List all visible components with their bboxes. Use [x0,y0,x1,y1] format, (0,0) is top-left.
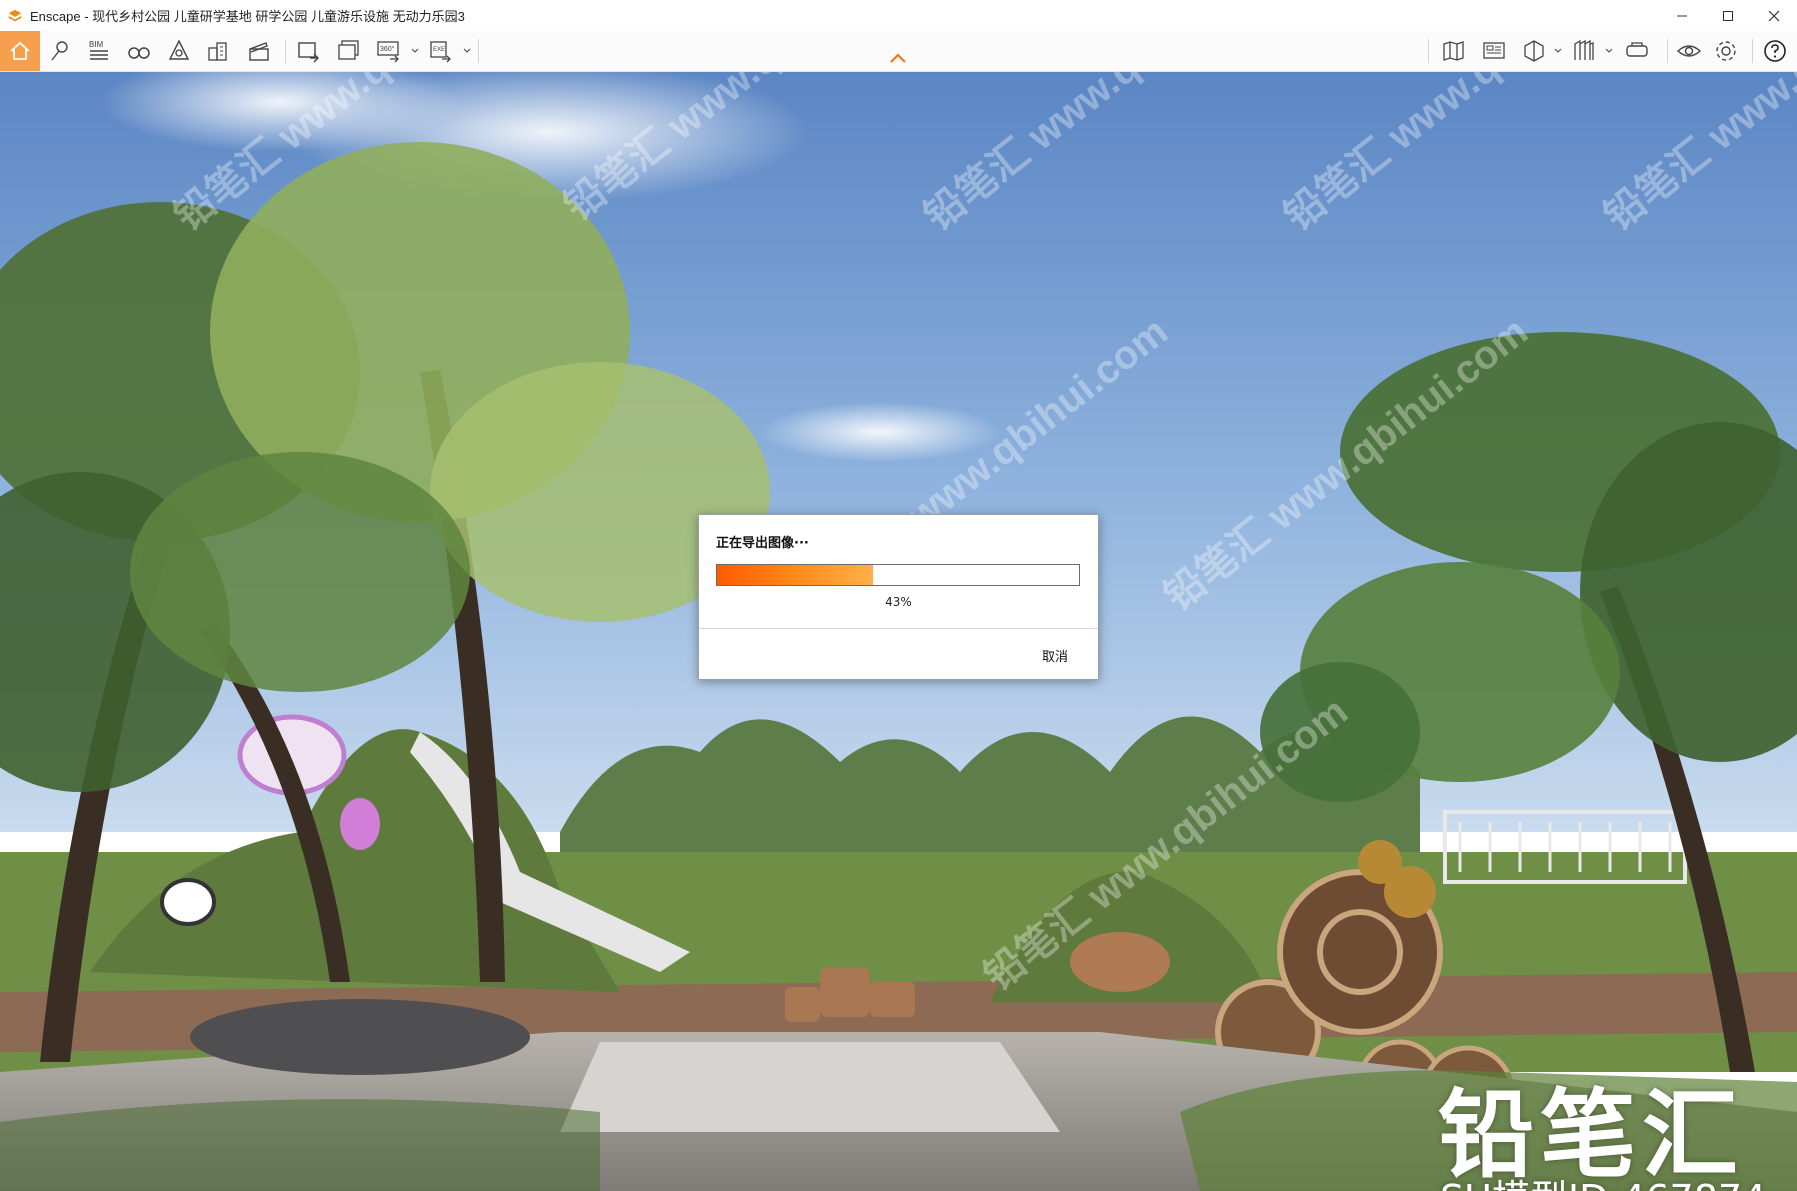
asset-library-icon [168,39,190,60]
toolbar-separator [1752,39,1753,63]
materials-dropdown[interactable] [1604,44,1614,58]
help-icon [1764,40,1786,62]
chevron-down-icon [463,48,471,53]
export-progress-dialog: 正在导出图像··· 43% 取消 [698,514,1099,680]
location-pin-icon [51,41,68,61]
batch-render-icon [338,40,359,60]
svg-text:BIM: BIM [89,40,104,49]
svg-text:EXE: EXE [433,47,445,53]
map-icon [1443,41,1464,61]
buildings-icon [208,42,227,61]
progress-bar-fill [717,565,873,585]
chevron-down-icon [1605,48,1613,53]
video-editor-icon [249,42,269,61]
panorama-button[interactable]: 360° [372,34,406,68]
vr-button[interactable] [1620,34,1654,68]
views-icon [1483,42,1505,59]
svg-text:360°: 360° [380,45,395,53]
enscape-logo-icon [8,9,22,22]
map-button[interactable] [1437,34,1471,68]
toolbar-separator [478,39,479,63]
binoculars-button[interactable] [122,34,156,68]
model-id-watermark: SU模型ID:467874 [1440,1168,1766,1191]
bim-icon: BIM [89,40,108,60]
location-button[interactable] [43,34,77,68]
minimize-button[interactable] [1659,0,1705,31]
window-title: Enscape - 现代乡村公园 儿童研学基地 研学公园 儿童游乐设施 无动力乐… [30,9,465,24]
screenshot-icon [298,42,319,63]
exe-export-button[interactable]: EXE [424,34,458,68]
dialog-divider [699,628,1098,629]
views-button[interactable] [1477,34,1511,68]
cube-icon [1524,40,1544,62]
cube-button[interactable] [1517,34,1551,68]
panorama-dropdown[interactable] [410,44,420,58]
maximize-icon [1723,10,1733,21]
close-icon [1768,10,1780,21]
home-icon [10,41,30,60]
video-editor-button[interactable] [242,34,276,68]
title-bar: Enscape - 现代乡村公园 儿童研学基地 研学公园 儿童游乐设施 无动力乐… [0,0,1797,31]
toolbar-separator [285,39,286,63]
dialog-title: 正在导出图像··· [716,536,809,551]
minimize-icon [1677,15,1687,16]
window-controls [1659,0,1797,31]
batch-render-button[interactable] [332,34,366,68]
panorama-360-icon: 360° [377,41,399,63]
settings-gear-icon [1716,41,1736,61]
visual-settings-button[interactable] [1672,34,1706,68]
close-button[interactable] [1751,0,1797,31]
screenshot-button[interactable] [292,34,326,68]
eye-icon [1676,45,1702,57]
binoculars-icon [128,47,150,59]
buildings-button[interactable] [202,34,236,68]
toolbar-separator [1428,39,1429,63]
main-toolbar: BIM 360° EXE [0,31,1797,72]
settings-button[interactable] [1709,34,1743,68]
materials-button[interactable] [1567,34,1601,68]
cancel-button[interactable]: 取消 [1042,646,1068,665]
exe-export-dropdown[interactable] [462,44,472,58]
home-button[interactable] [0,31,40,71]
progress-bar [716,564,1080,586]
bim-button[interactable]: BIM [82,34,116,68]
collapse-toolbar-chevron-icon[interactable] [888,51,908,65]
chevron-down-icon [411,48,419,53]
exe-export-icon: EXE [430,41,451,63]
asset-library-button[interactable] [162,34,196,68]
materials-icon [1574,39,1594,60]
toolbar-separator [1667,39,1668,63]
cube-dropdown[interactable] [1553,44,1563,58]
vr-headset-icon [1626,42,1648,57]
maximize-button[interactable] [1705,0,1751,31]
chevron-down-icon [1554,48,1562,53]
progress-percent: 43% [885,595,912,609]
help-button[interactable] [1758,34,1792,68]
